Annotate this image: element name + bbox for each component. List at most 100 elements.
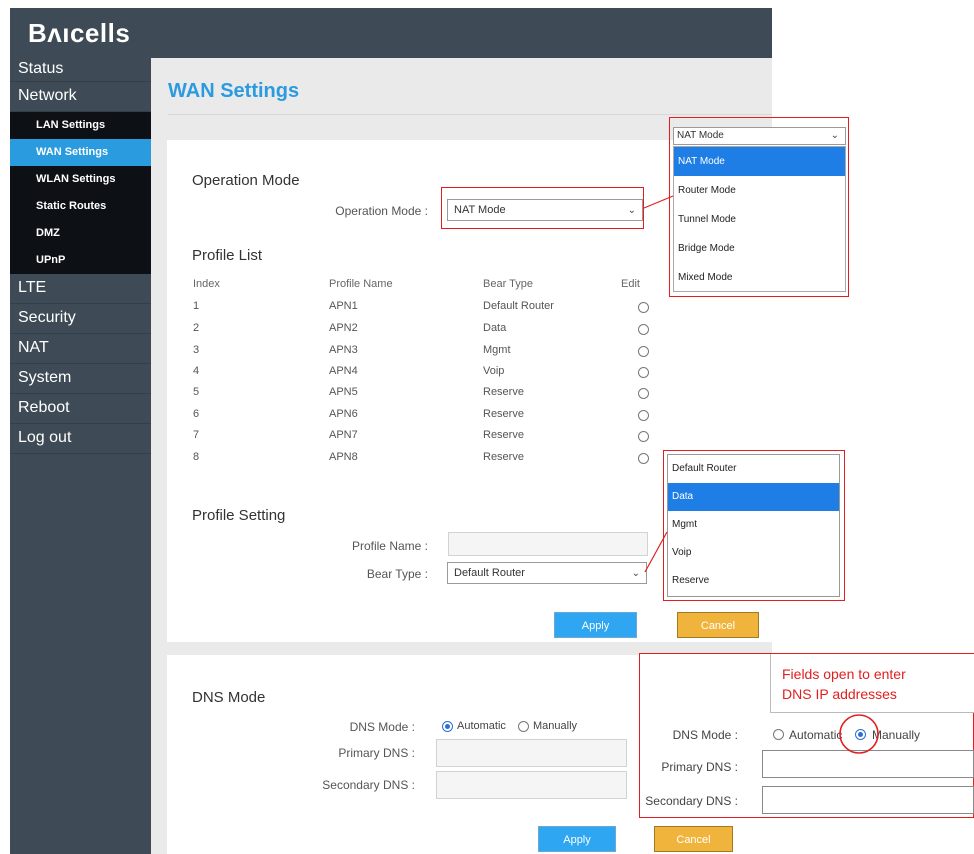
row-index: 3 xyxy=(193,344,200,356)
edit-radio[interactable] xyxy=(638,302,649,313)
bear-type-label: Bear Type : xyxy=(366,567,428,581)
row-index: 6 xyxy=(193,408,200,420)
callout-secondary-dns-input[interactable] xyxy=(762,786,974,814)
edit-radio[interactable] xyxy=(638,367,649,378)
profile-name-label: Profile Name : xyxy=(351,539,428,553)
profile-list-heading: Profile List xyxy=(192,247,263,264)
row-profile-name: APN3 xyxy=(329,344,358,356)
dropdown-option-reserve[interactable]: Reserve xyxy=(668,567,839,595)
dropdown-option-data[interactable]: Data xyxy=(668,483,839,511)
sidebar-item-nat[interactable]: NAT xyxy=(10,334,151,364)
dns-automatic-label: Automatic xyxy=(457,720,506,732)
callout-automatic-radio[interactable] xyxy=(773,729,784,740)
operation-mode-heading: Operation Mode xyxy=(192,172,300,189)
dns-manually-label: Manually xyxy=(533,720,578,732)
column-header-index: Index xyxy=(193,278,220,290)
dropdown-option-router-mode[interactable]: Router Mode xyxy=(674,176,845,205)
operation-mode-dropdown-list: NAT Mode Router Mode Tunnel Mode Bridge … xyxy=(673,146,846,292)
sidebar-item-lte[interactable]: LTE xyxy=(10,274,151,304)
edit-radio[interactable] xyxy=(638,346,649,357)
edit-radio[interactable] xyxy=(638,388,649,399)
callout-primary-dns-label: Primary DNS : xyxy=(661,760,738,774)
row-profile-name: APN7 xyxy=(329,429,358,441)
row-bear-type: Voip xyxy=(483,365,505,377)
secondary-dns-label: Secondary DNS : xyxy=(322,778,415,792)
callout-primary-dns-input[interactable] xyxy=(762,750,974,778)
profile-setting-heading: Profile Setting xyxy=(192,507,286,524)
row-index: 8 xyxy=(193,451,200,463)
edit-radio[interactable] xyxy=(638,410,649,421)
row-profile-name: APN1 xyxy=(329,300,358,312)
callout-dns-mode-label: DNS Mode : xyxy=(672,728,738,742)
row-bear-type: Reserve xyxy=(483,386,524,398)
top-bar: Bᴧıcells xyxy=(10,8,772,58)
sidebar-item-security[interactable]: Security xyxy=(10,304,151,334)
apply-button[interactable]: Apply xyxy=(554,612,637,638)
sidebar-item-logout[interactable]: Log out xyxy=(10,424,151,454)
sidebar-subitem-wan-settings[interactable]: WAN Settings xyxy=(10,139,151,166)
operation-mode-label: Operation Mode : xyxy=(335,204,428,218)
callout-automatic-label: Automatic xyxy=(789,728,843,742)
sidebar: Status Network LAN Settings WAN Settings… xyxy=(10,58,151,854)
primary-dns-label: Primary DNS : xyxy=(338,746,415,760)
row-bear-type: Reserve xyxy=(483,429,524,441)
page-title: WAN Settings xyxy=(168,80,300,102)
callout-manually-label: Manually xyxy=(872,728,921,742)
row-index: 4 xyxy=(193,365,200,377)
sidebar-item-status[interactable]: Status xyxy=(10,58,151,82)
column-header-profile-name: Profile Name xyxy=(329,278,393,290)
annotation-line-2: DNS IP addresses xyxy=(782,686,897,702)
dropdown-option-mixed-mode[interactable]: Mixed Mode xyxy=(674,263,845,292)
dropdown-option-default-router[interactable]: Default Router xyxy=(668,455,839,483)
row-profile-name: APN4 xyxy=(329,365,358,377)
dropdown-option-voip[interactable]: Voip xyxy=(668,539,839,567)
dropdown-option-mgmt[interactable]: Mgmt xyxy=(668,511,839,539)
dropdown-option-bridge-mode[interactable]: Bridge Mode xyxy=(674,234,845,263)
sidebar-subitem-static-routes[interactable]: Static Routes xyxy=(10,193,151,220)
row-profile-name: APN8 xyxy=(329,451,358,463)
row-bear-type: Reserve xyxy=(483,451,524,463)
sidebar-item-system[interactable]: System xyxy=(10,364,151,394)
row-index: 7 xyxy=(193,429,200,441)
operation-mode-dropdown-header-value: NAT Mode xyxy=(677,130,724,141)
sidebar-subitem-upnp[interactable]: UPnP xyxy=(10,247,151,274)
operation-mode-dropdown-header[interactable]: NAT Mode ⌄ xyxy=(673,127,846,145)
bear-type-select[interactable]: Default Router ⌄ xyxy=(447,562,647,584)
secondary-dns-input[interactable] xyxy=(436,771,627,799)
row-bear-type: Mgmt xyxy=(483,344,511,356)
column-header-edit: Edit xyxy=(621,278,640,290)
title-divider xyxy=(168,114,772,115)
sidebar-subitem-dmz[interactable]: DMZ xyxy=(10,220,151,247)
dns-cancel-button[interactable]: Cancel xyxy=(654,826,733,852)
row-bear-type: Data xyxy=(483,322,507,334)
operation-mode-highlight xyxy=(441,187,644,229)
dns-mode-heading: DNS Mode xyxy=(192,689,266,706)
column-header-bear-type: Bear Type xyxy=(483,278,533,290)
callout-secondary-dns-label: Secondary DNS : xyxy=(645,794,738,808)
sidebar-subitem-lan-settings[interactable]: LAN Settings xyxy=(10,112,151,139)
cancel-button[interactable]: Cancel xyxy=(677,612,759,638)
callout-manually-radio[interactable] xyxy=(855,729,866,740)
dns-manually-radio[interactable] xyxy=(518,721,529,732)
chevron-down-icon: ⌄ xyxy=(631,568,640,579)
profile-name-input[interactable] xyxy=(448,532,648,556)
dns-mode-label: DNS Mode : xyxy=(349,720,415,734)
row-index: 2 xyxy=(193,322,200,334)
edit-radio[interactable] xyxy=(638,431,649,442)
dns-automatic-radio[interactable] xyxy=(442,721,453,732)
edit-radio[interactable] xyxy=(638,453,649,464)
row-index: 1 xyxy=(193,300,200,312)
primary-dns-input[interactable] xyxy=(436,739,627,767)
sidebar-item-reboot[interactable]: Reboot xyxy=(10,394,151,424)
edit-radio[interactable] xyxy=(638,324,649,335)
bear-type-value: Default Router xyxy=(454,567,525,579)
row-profile-name: APN2 xyxy=(329,322,358,334)
dns-apply-button[interactable]: Apply xyxy=(538,826,616,852)
sidebar-subitem-wlan-settings[interactable]: WLAN Settings xyxy=(10,166,151,193)
bear-type-dropdown-list: Default Router Data Mgmt Voip Reserve xyxy=(667,454,840,597)
sidebar-item-network[interactable]: Network xyxy=(10,82,151,112)
row-bear-type: Default Router xyxy=(483,300,554,312)
dropdown-option-nat-mode[interactable]: NAT Mode xyxy=(674,147,845,176)
dropdown-option-tunnel-mode[interactable]: Tunnel Mode xyxy=(674,205,845,234)
baicells-logo: Bᴧıcells xyxy=(28,18,131,48)
